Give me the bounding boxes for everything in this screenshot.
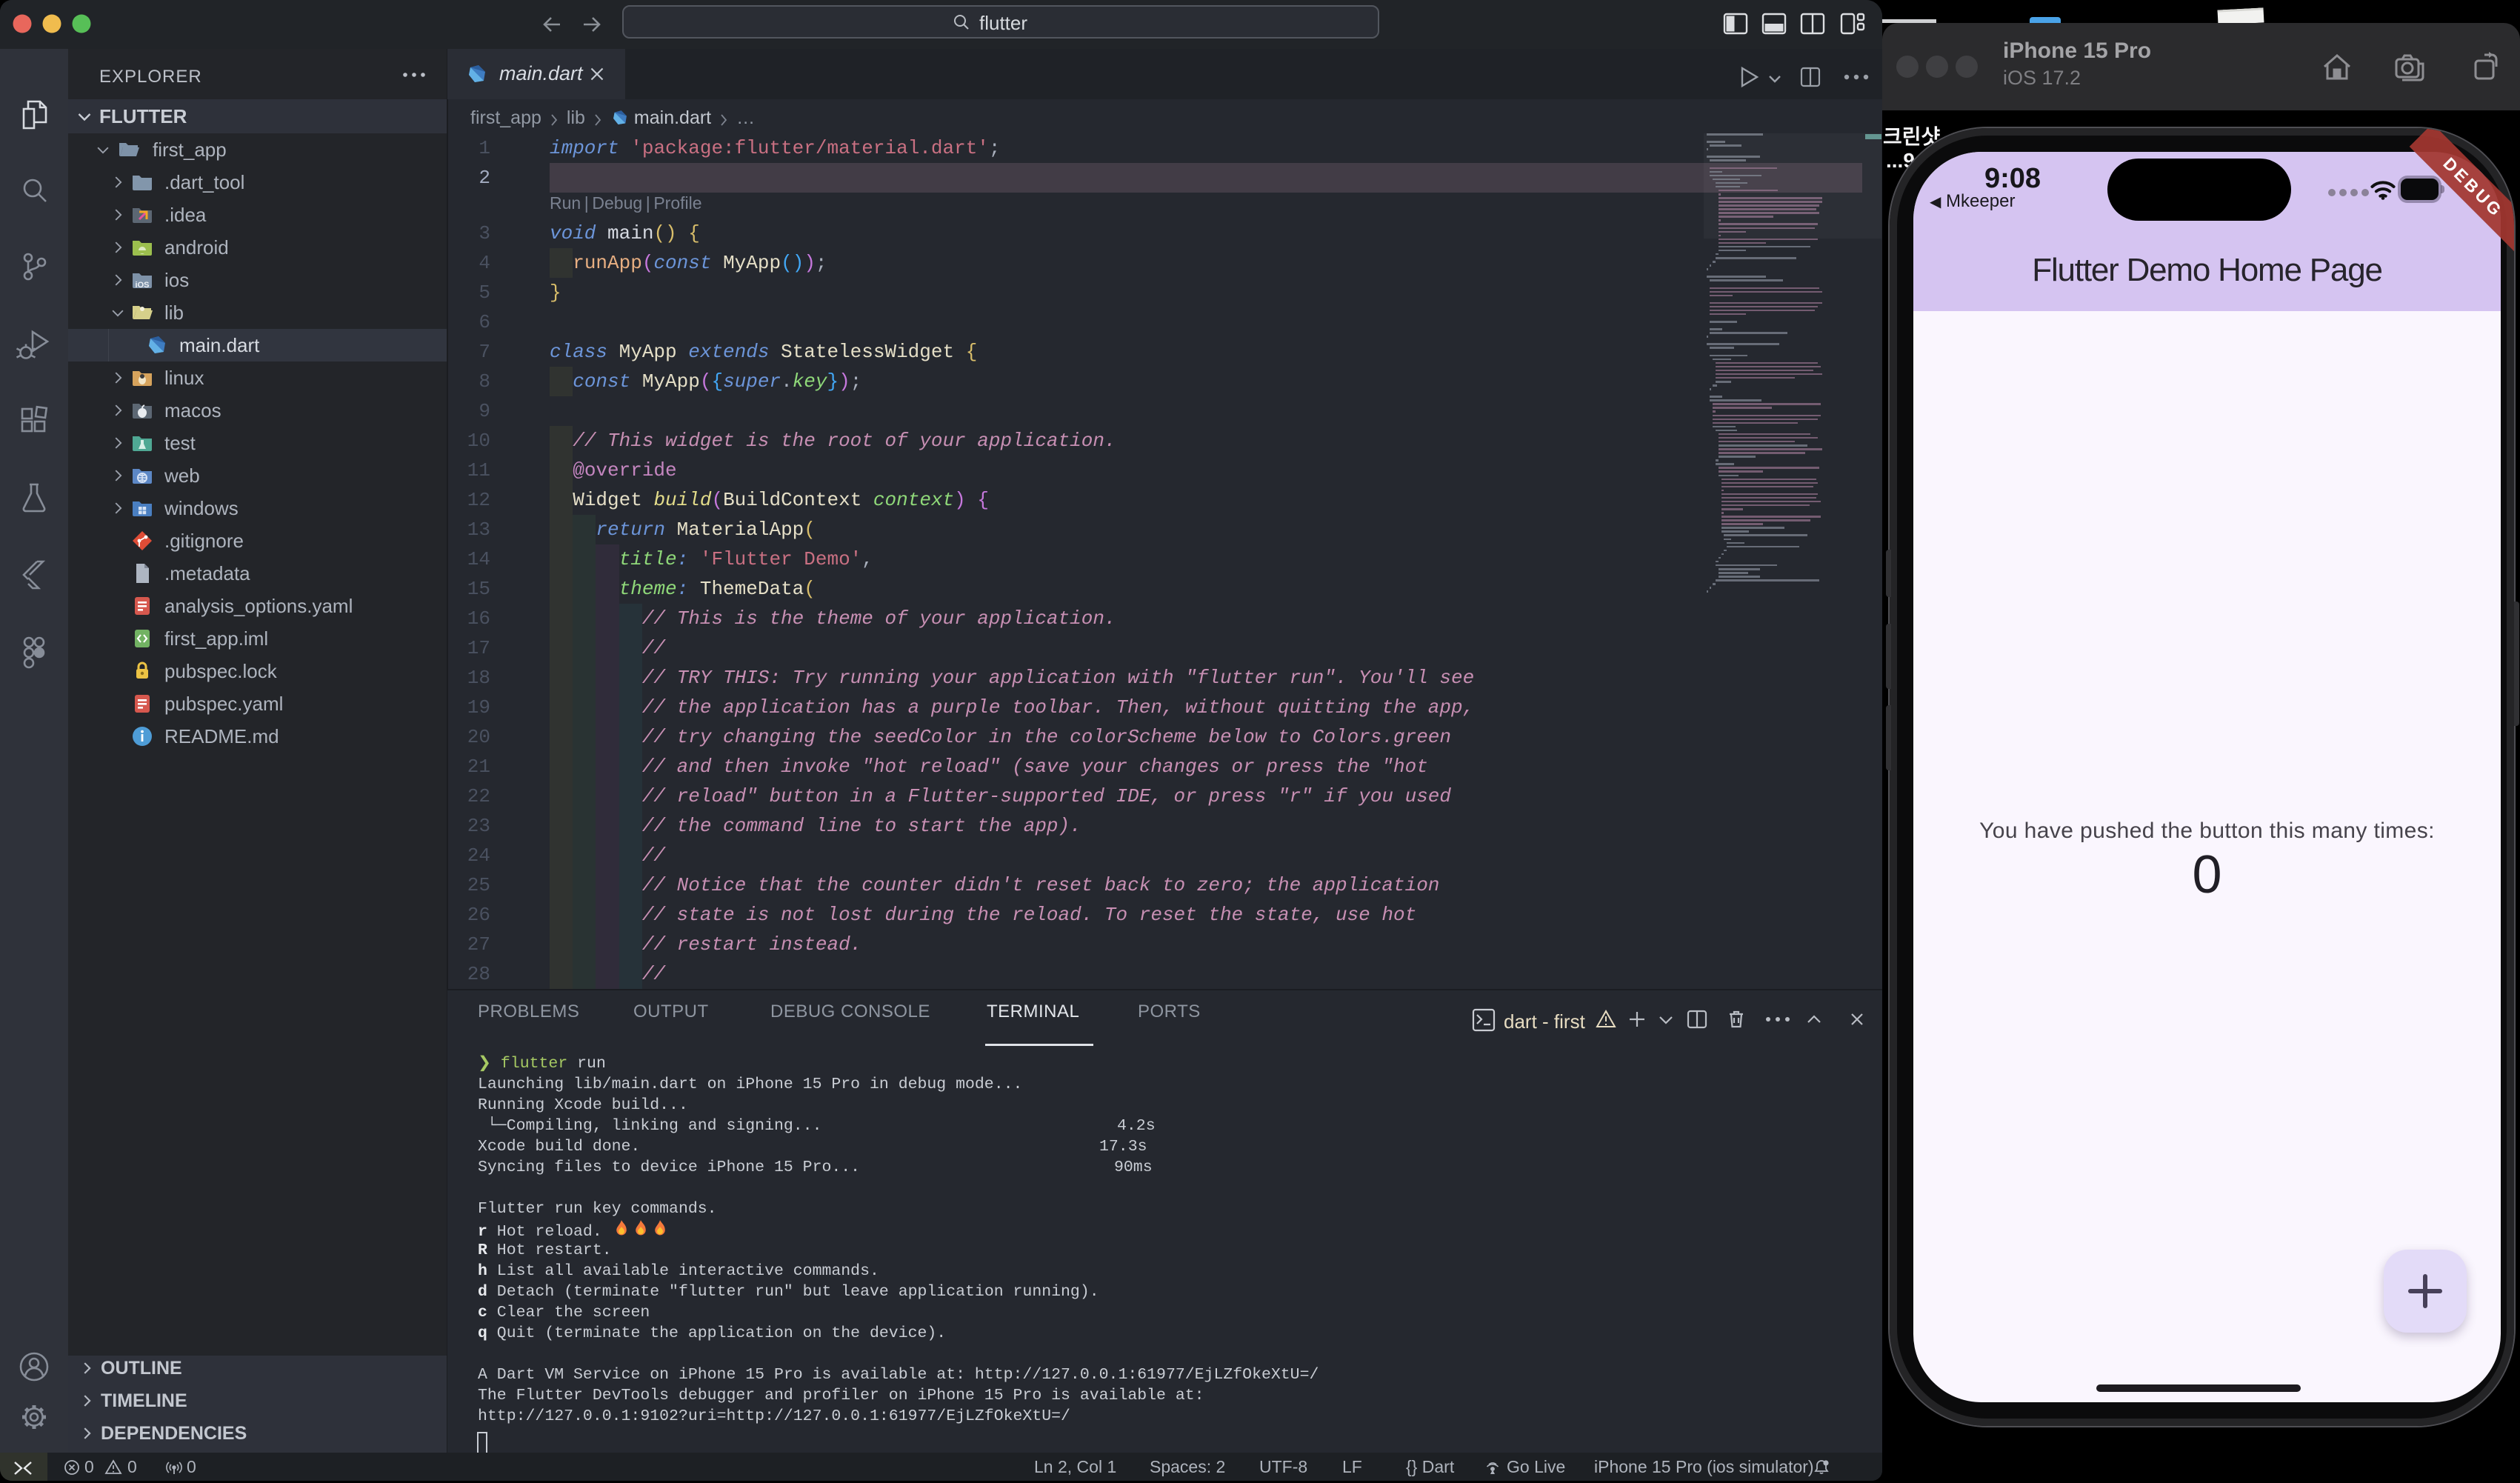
svg-text:iOS: iOS — [136, 281, 150, 290]
